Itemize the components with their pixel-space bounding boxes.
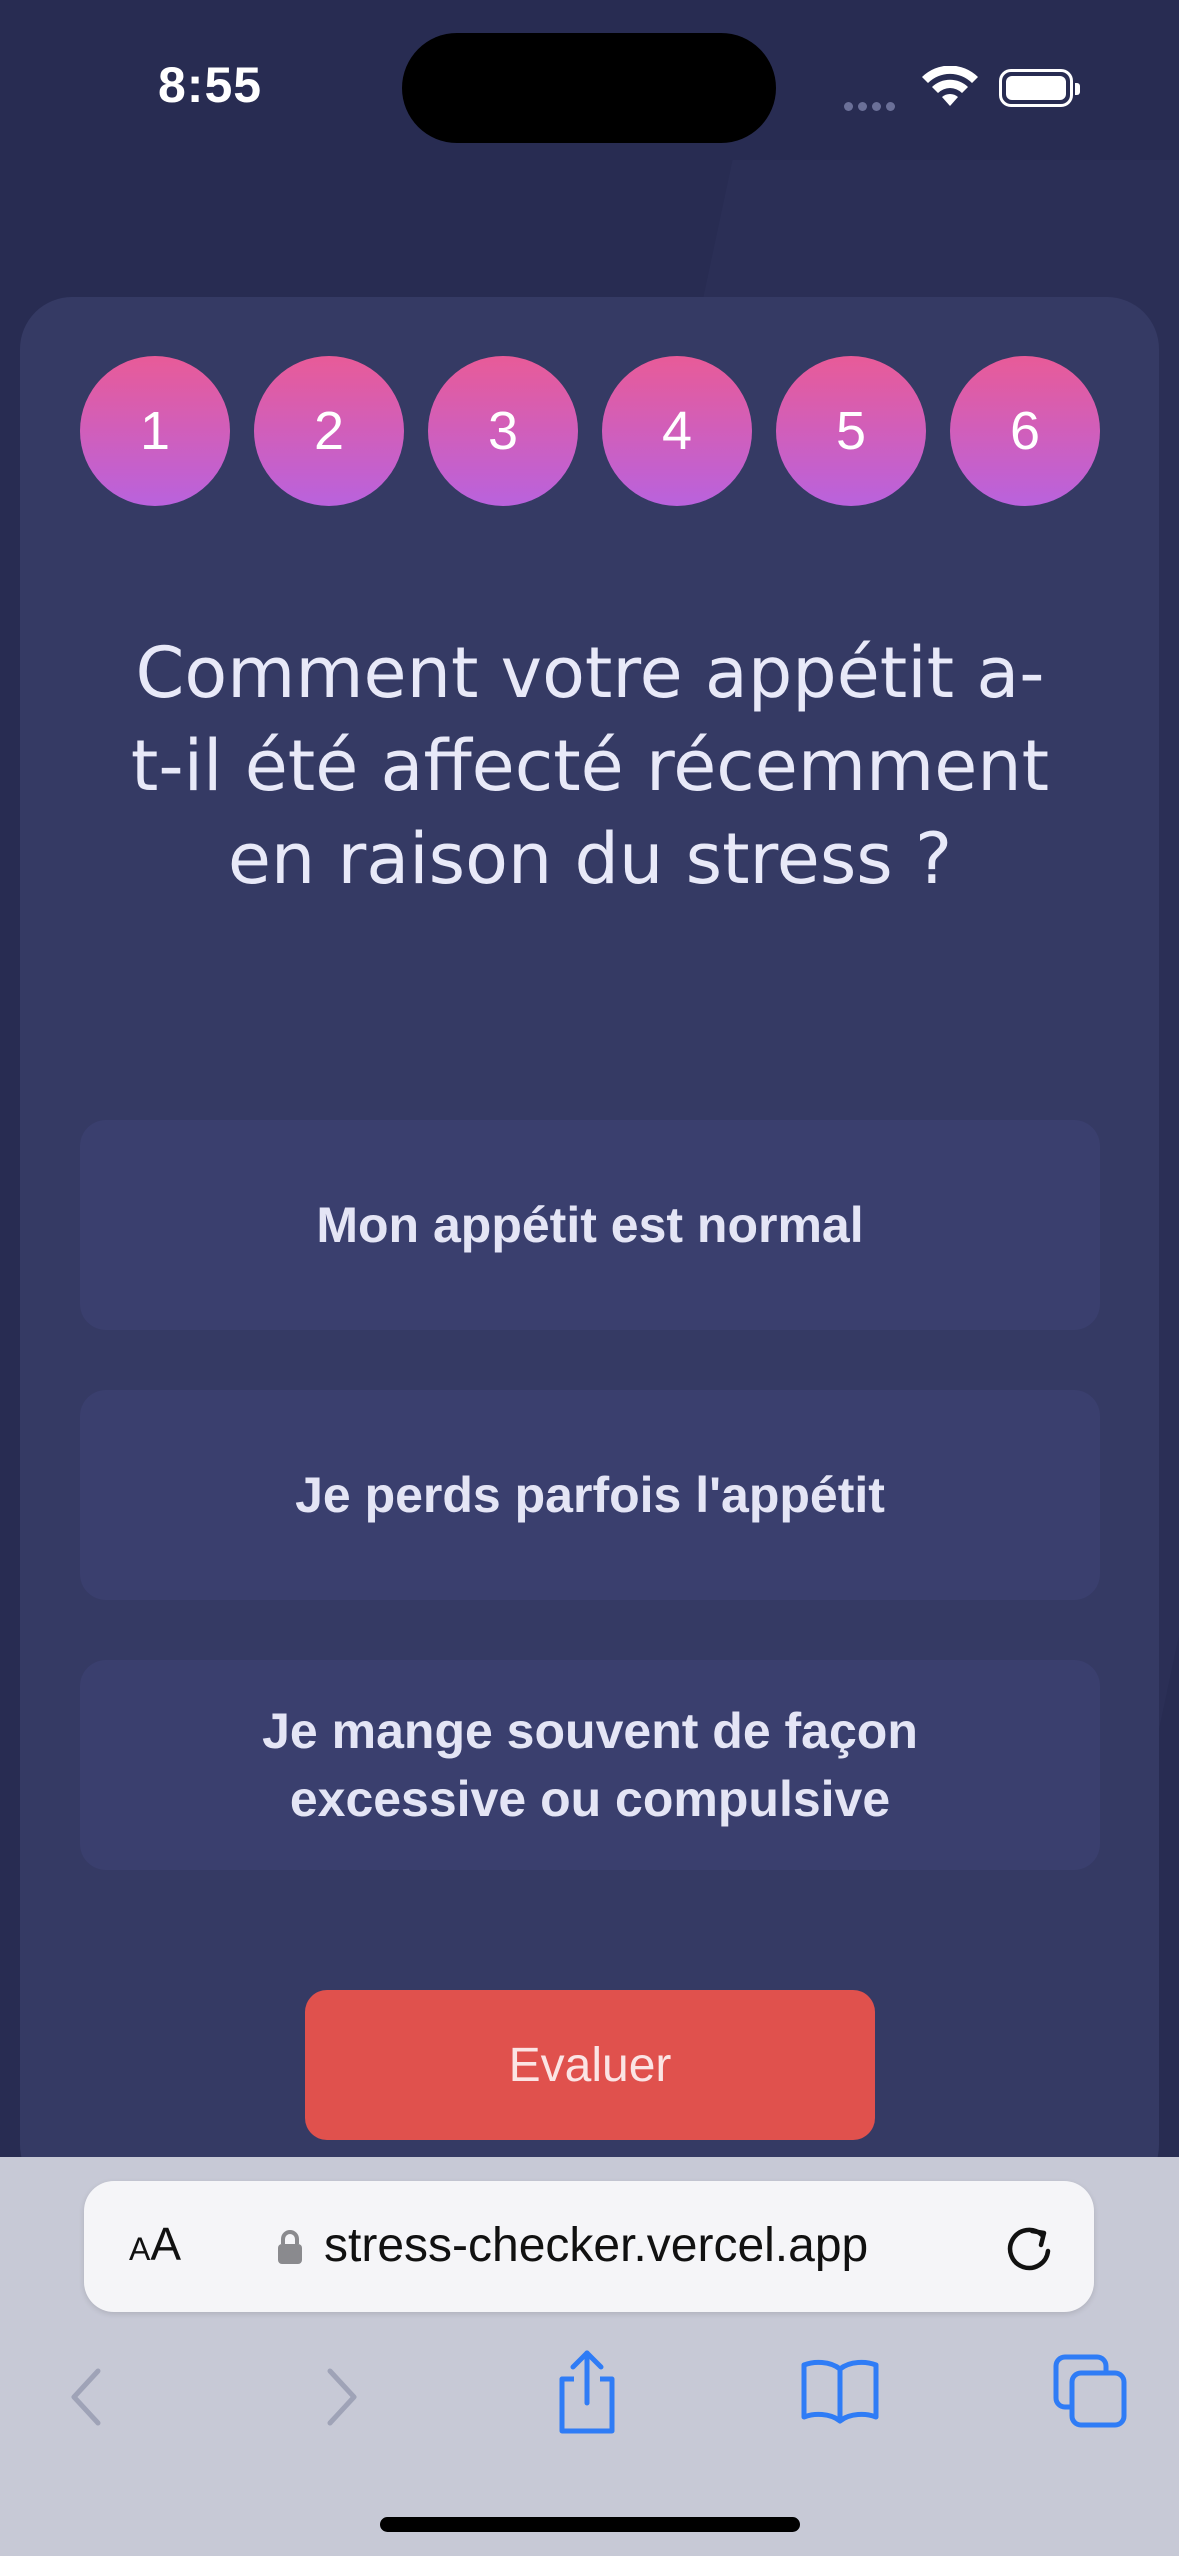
status-time: 8:55 bbox=[158, 57, 263, 113]
tabs-icon[interactable] bbox=[1052, 2353, 1128, 2429]
browser-toolbar: AA stress-checker.vercel.app bbox=[0, 2157, 1179, 2556]
cellular-signal-icon bbox=[844, 96, 900, 115]
dynamic-island bbox=[402, 33, 776, 143]
battery-icon bbox=[999, 69, 1080, 107]
answer-option-sometimes[interactable]: Je perds parfois l'appétit bbox=[80, 1390, 1100, 1600]
step-4[interactable]: 4 bbox=[602, 356, 752, 506]
share-icon[interactable] bbox=[552, 2347, 622, 2437]
evaluate-button[interactable]: Evaluer bbox=[305, 1990, 875, 2140]
forward-icon[interactable] bbox=[316, 2357, 366, 2437]
answer-option-normal[interactable]: Mon appétit est normal bbox=[80, 1120, 1100, 1330]
step-5[interactable]: 5 bbox=[776, 356, 926, 506]
reload-icon[interactable] bbox=[1002, 2221, 1056, 2275]
bookmarks-icon[interactable] bbox=[800, 2355, 880, 2425]
step-3[interactable]: 3 bbox=[428, 356, 578, 506]
question-text: Comment votre appétit a-t-il été affecté… bbox=[130, 632, 1050, 900]
step-indicator: 1 2 3 4 5 6 bbox=[80, 356, 1100, 506]
wifi-icon bbox=[922, 66, 978, 106]
url-text: stress-checker.vercel.app bbox=[324, 2219, 869, 2272]
text-size-big-label: A bbox=[150, 2218, 182, 2270]
lock-icon bbox=[278, 2230, 302, 2264]
back-icon[interactable] bbox=[62, 2357, 112, 2437]
quiz-card: 1 2 3 4 5 6 Comment votre appétit a-t-il… bbox=[20, 297, 1159, 2197]
text-size-small-label: A bbox=[129, 2231, 151, 2267]
home-indicator bbox=[380, 2517, 800, 2532]
answer-option-compulsive[interactable]: Je mange souvent de façon excessive ou c… bbox=[80, 1660, 1100, 1870]
step-6[interactable]: 6 bbox=[950, 356, 1100, 506]
step-1[interactable]: 1 bbox=[80, 356, 230, 506]
step-2[interactable]: 2 bbox=[254, 356, 404, 506]
text-size-button[interactable]: AA bbox=[129, 2219, 181, 2281]
status-bar: 8:55 bbox=[0, 0, 1179, 170]
address-bar[interactable]: AA stress-checker.vercel.app bbox=[84, 2181, 1094, 2312]
